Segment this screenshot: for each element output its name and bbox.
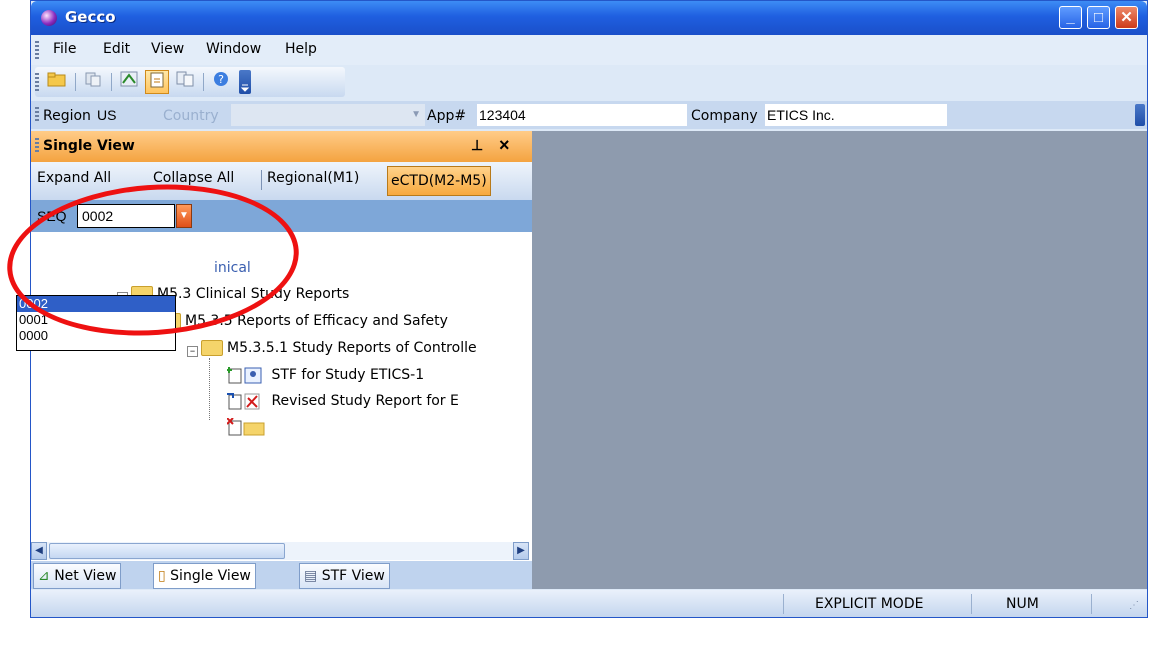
menu-bar: File Edit View Window Help <box>31 35 1147 65</box>
tree-node-m5351[interactable]: M5.3.5.1 Study Reports of Controlle <box>201 340 477 356</box>
seq-dropdown-button[interactable]: ▼ <box>176 204 192 228</box>
toolbar: ? <box>35 67 345 97</box>
tab-regional-m1[interactable]: Regional(M1) <box>267 170 359 186</box>
tree-view: inical − M5.3 Clinical Study Reports − M… <box>31 232 532 512</box>
scroll-right-button[interactable]: ▶ <box>513 542 529 560</box>
menu-edit[interactable]: Edit <box>103 41 130 57</box>
seq-option[interactable]: 0001 <box>17 312 175 328</box>
region-field[interactable]: US <box>95 104 157 126</box>
single-view-icon[interactable] <box>145 70 169 94</box>
open-folder-icon[interactable] <box>45 70 69 94</box>
menu-view[interactable]: View <box>151 41 184 57</box>
collapse-toggle-icon[interactable]: − <box>187 346 198 357</box>
status-bar: EXPLICIT MODE NUM ⋰ <box>31 590 1147 617</box>
deleted-folder-icon <box>226 417 265 436</box>
panel-tab-strip: Expand All Collapse All Regional(M1) eCT… <box>31 162 532 200</box>
window-title: Gecco <box>65 8 116 26</box>
app-icon <box>41 10 57 26</box>
document-area <box>532 131 1147 589</box>
pin-icon[interactable]: ⊥ <box>471 137 483 154</box>
scroll-left-button[interactable]: ◀ <box>31 542 47 560</box>
horizontal-scrollbar[interactable]: ◀ ▶ <box>31 542 529 560</box>
tab-net-view[interactable]: ⊿ Net View <box>33 563 122 589</box>
country-label: Country <box>163 108 219 124</box>
collapse-all-button[interactable]: Collapse All <box>153 170 234 186</box>
tree-node-m535[interactable]: M5.3.5 Reports of Efficacy and Safety <box>159 313 448 329</box>
panel-close-icon[interactable]: × <box>499 135 510 156</box>
company-label: Company <box>691 108 758 124</box>
stf-view-icon: ▤ <box>304 568 318 584</box>
pdf-file-icon <box>227 393 260 410</box>
maximize-button[interactable]: □ <box>1087 6 1110 29</box>
tree-node-deleted-folder[interactable] <box>226 417 267 436</box>
context-grip[interactable] <box>35 107 39 123</box>
copy-icon[interactable] <box>81 70 105 94</box>
seq-combobox[interactable]: 0002 <box>77 204 175 228</box>
net-view-icon[interactable] <box>117 70 141 94</box>
single-view-panel: Single View ⊥ × Expand All Collapse All … <box>31 131 532 589</box>
status-divider <box>783 594 784 614</box>
country-select[interactable]: ▼ <box>231 104 425 126</box>
toolbar-grip[interactable] <box>35 73 39 91</box>
chevron-down-icon: ▼ <box>411 109 421 120</box>
region-label: Region <box>43 108 91 124</box>
tab-single-view[interactable]: ▯ Single View <box>153 563 256 589</box>
app-number-label: App# <box>427 108 467 124</box>
menu-file[interactable]: File <box>53 41 76 57</box>
seq-dropdown-list: 0002 0001 0000 <box>16 295 176 351</box>
toolbar-separator <box>203 73 204 91</box>
view-tab-strip: ⊿ Net View ▯ Single View ▤ STF View <box>31 561 532 589</box>
close-button[interactable]: ✕ <box>1115 6 1138 29</box>
tab-label: STF View <box>321 568 385 584</box>
tab-label: Single View <box>170 568 251 584</box>
tree-node-label: M5.3.5 Reports of Efficacy and Safety <box>185 313 448 329</box>
tab-separator <box>261 170 262 190</box>
context-overflow-icon[interactable] <box>1135 104 1145 126</box>
tree-node-label: Revised Study Report for E <box>271 393 459 409</box>
tab-label: Net View <box>54 568 117 584</box>
panel-header: Single View ⊥ × <box>31 131 532 162</box>
tree-node-clinical[interactable]: inical <box>214 260 251 276</box>
sequence-bar: SEQ 0002 ▼ <box>31 200 532 232</box>
menu-help[interactable]: Help <box>285 41 317 57</box>
toolbar-separator <box>111 73 112 91</box>
single-view-icon: ▯ <box>158 568 166 584</box>
folder-icon <box>201 340 223 356</box>
stf-file-icon <box>226 367 262 384</box>
tree-node-label: STF for Study ETICS-1 <box>271 367 425 383</box>
seq-option[interactable]: 0000 <box>17 328 175 344</box>
stf-view-icon[interactable] <box>173 70 197 94</box>
expand-all-button[interactable]: Expand All <box>37 170 111 186</box>
menu-grip[interactable] <box>35 41 39 59</box>
status-num: NUM <box>1006 596 1039 612</box>
seq-label: SEQ <box>37 208 67 224</box>
status-divider <box>1091 594 1092 614</box>
tree-line <box>209 358 211 420</box>
main-window: Gecco _ □ ✕ File Edit View Window Help ?… <box>30 0 1148 618</box>
tree-node-stf-etics1[interactable]: STF for Study ETICS-1 <box>226 366 425 384</box>
svg-text:?: ? <box>218 73 224 86</box>
scroll-thumb[interactable] <box>49 543 285 559</box>
toolbar-separator <box>75 73 76 91</box>
context-bar: Region US Country ▼ App# 123404 Company … <box>31 101 1147 129</box>
net-view-icon: ⊿ <box>38 568 50 584</box>
tab-stf-view[interactable]: ▤ STF View <box>299 563 390 589</box>
overflow-icon[interactable] <box>239 70 251 94</box>
status-mode: EXPLICIT MODE <box>815 596 924 612</box>
resize-grip-icon[interactable]: ⋰ <box>1129 600 1139 611</box>
menu-window[interactable]: Window <box>206 41 261 57</box>
panel-title: Single View <box>43 138 135 154</box>
status-divider <box>971 594 972 614</box>
tree-node-label: M5.3.5.1 Study Reports of Controlle <box>227 340 477 356</box>
seq-option[interactable]: 0002 <box>17 296 175 312</box>
company-field[interactable]: ETICS Inc. <box>765 104 947 126</box>
tab-ectd-m2-m5[interactable]: eCTD(M2-M5) <box>387 166 491 196</box>
app-number-field[interactable]: 123404 <box>477 104 687 126</box>
title-bar[interactable]: Gecco _ □ ✕ <box>31 1 1147 35</box>
minimize-button[interactable]: _ <box>1059 6 1082 29</box>
tree-node-revised-report[interactable]: Revised Study Report for E <box>227 392 459 410</box>
panel-grip[interactable] <box>35 138 39 154</box>
help-icon[interactable]: ? <box>209 70 233 94</box>
tree-node-label: M5.3 Clinical Study Reports <box>157 286 350 302</box>
